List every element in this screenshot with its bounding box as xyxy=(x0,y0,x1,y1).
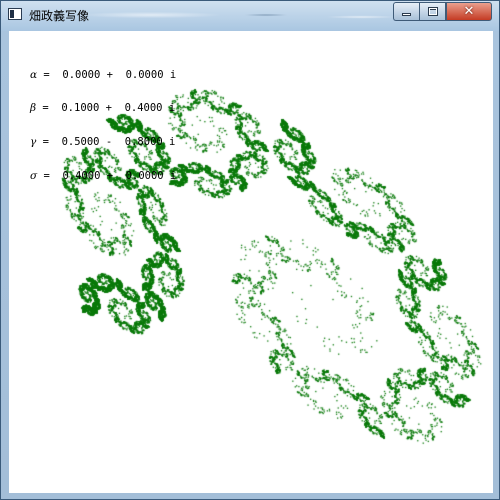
app-window: 畑政義写像 ✕ α = 0.0000 + 0.0000 i β = 0.1000… xyxy=(0,0,500,500)
window-title: 畑政義写像 xyxy=(29,9,90,23)
maximize-button[interactable] xyxy=(419,2,446,21)
drawing-area: α = 0.0000 + 0.0000 i β = 0.1000 + 0.400… xyxy=(9,31,493,493)
parameter-list: α = 0.0000 + 0.0000 i β = 0.1000 + 0.400… xyxy=(30,47,176,205)
minimize-icon xyxy=(402,13,411,16)
minimize-button[interactable] xyxy=(393,2,419,21)
parameter-gamma: γ = 0.5000 - 0.8000 i xyxy=(30,136,176,149)
close-icon: ✕ xyxy=(463,4,475,19)
maximize-icon xyxy=(428,7,438,16)
parameter-alpha: α = 0.0000 + 0.0000 i xyxy=(30,68,177,81)
app-icon[interactable] xyxy=(8,8,22,20)
title-bar[interactable]: 畑政義写像 ✕ xyxy=(1,1,499,31)
close-button[interactable]: ✕ xyxy=(446,2,492,21)
parameter-beta: β = 0.1000 + 0.4000 i xyxy=(30,102,176,115)
parameter-sigma: σ = 0.4000 + 0.0000 i xyxy=(30,170,177,183)
